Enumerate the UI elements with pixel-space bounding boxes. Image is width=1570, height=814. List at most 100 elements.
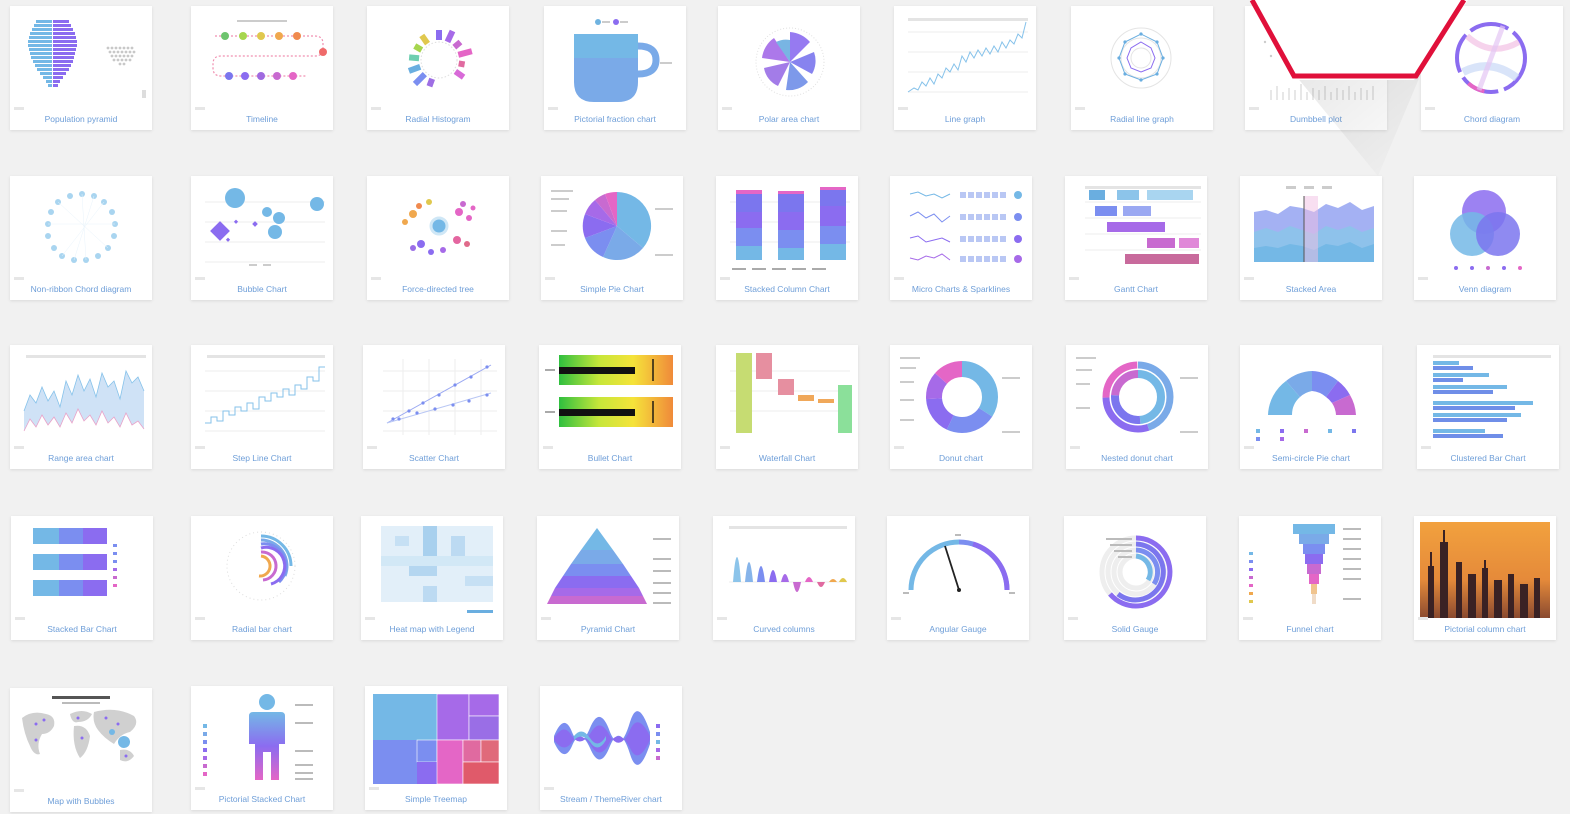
pyramid-icon: [543, 522, 673, 618]
chart-card-label: Force-directed tree: [402, 284, 474, 294]
chart-card-timeline[interactable]: Timeline: [191, 6, 333, 130]
chart-card-label: Bubble Chart: [237, 284, 287, 294]
chart-card-solid-gauge[interactable]: Solid Gauge: [1064, 516, 1206, 640]
logo-mark: [1421, 446, 1431, 449]
solid-gauge-icon: [1070, 522, 1200, 618]
chart-card-scatter[interactable]: Scatter Chart: [363, 345, 505, 469]
non-ribbon-chord-icon: [16, 182, 146, 278]
logo-mark: [371, 107, 381, 110]
chart-card-dumbbell[interactable]: Dumbbell plot: [1245, 6, 1387, 130]
chart-card-label: Waterfall Chart: [758, 453, 816, 463]
logo-mark: [14, 446, 24, 449]
bubble-icon: [197, 182, 327, 278]
chart-card-label: Semi-circle Pie chart: [1272, 453, 1350, 463]
chart-card-radial-bar[interactable]: Radial bar chart: [191, 516, 333, 640]
chart-card-radial-histogram[interactable]: Radial Histogram: [367, 6, 509, 130]
chart-card-line-graph[interactable]: Line graph: [894, 6, 1036, 130]
pictorial-fraction-icon: [550, 12, 680, 108]
venn-icon: [1420, 182, 1550, 278]
chart-card-label: Pyramid Chart: [580, 624, 636, 634]
chart-card-semi-pie[interactable]: Semi-circle Pie chart: [1240, 345, 1382, 469]
chart-card-sparklines[interactable]: Micro Charts & Sparklines: [890, 176, 1032, 300]
chart-card-label: Pictorial Stacked Chart: [218, 794, 306, 804]
chart-card-range-area[interactable]: Range area chart: [10, 345, 152, 469]
chart-card-waterfall[interactable]: Waterfall Chart: [716, 345, 858, 469]
chart-card-angular-gauge[interactable]: Angular Gauge: [887, 516, 1029, 640]
chart-card-venn[interactable]: Venn diagram: [1414, 176, 1556, 300]
logo-mark: [15, 617, 25, 620]
step-line-icon: [197, 351, 327, 447]
donut-icon: [896, 351, 1026, 447]
force-tree-icon: [373, 182, 503, 278]
chord-icon: [1427, 12, 1557, 108]
chart-card-label: Map with Bubbles: [47, 796, 115, 806]
map-bubbles-icon: [16, 694, 146, 790]
chart-card-streamgraph[interactable]: Stream / ThemeRiver chart: [540, 686, 682, 810]
chart-card-population-pyramid[interactable]: Population pyramid: [10, 6, 152, 130]
logo-mark: [1244, 277, 1254, 280]
logo-mark: [894, 277, 904, 280]
sparklines-icon: [896, 182, 1026, 278]
chart-card-donut[interactable]: Donut chart: [890, 345, 1032, 469]
chart-card-label: Non-ribbon Chord diagram: [30, 284, 132, 294]
chart-card-radial-line[interactable]: Radial line graph: [1071, 6, 1213, 130]
treemap-icon: [371, 692, 501, 788]
logo-mark: [1068, 617, 1078, 620]
chart-card-label: Curved columns: [753, 624, 815, 634]
line-graph-icon: [900, 12, 1030, 108]
chart-card-label: Timeline: [246, 114, 278, 124]
logo-mark: [195, 787, 205, 790]
chart-card-bubble[interactable]: Bubble Chart: [191, 176, 333, 300]
chart-card-map-bubbles[interactable]: Map with Bubbles: [10, 688, 152, 812]
radial-line-icon: [1077, 12, 1207, 108]
chart-card-funnel[interactable]: Funnel chart: [1239, 516, 1381, 640]
chart-card-pie[interactable]: Simple Pie Chart: [541, 176, 683, 300]
chart-card-pictorial-fraction[interactable]: Pictorial fraction chart: [544, 6, 686, 130]
heatmap-icon: [367, 522, 497, 618]
logo-mark: [548, 107, 558, 110]
logo-mark: [543, 446, 553, 449]
chart-card-step-line[interactable]: Step Line Chart: [191, 345, 333, 469]
chart-card-treemap[interactable]: Simple Treemap: [365, 686, 507, 810]
logo-mark: [720, 446, 730, 449]
chart-card-label: Donut chart: [939, 453, 983, 463]
chart-card-label: Stacked Column Chart: [744, 284, 830, 294]
chart-card-label: Bullet Chart: [587, 453, 633, 463]
semi-pie-icon: [1246, 351, 1376, 447]
population-pyramid-icon: [16, 12, 146, 108]
chart-card-label: Polar area chart: [758, 114, 820, 124]
chart-card-label: Radial Histogram: [405, 114, 471, 124]
chart-card-nested-donut[interactable]: Nested donut chart: [1066, 345, 1208, 469]
angular-gauge-icon: [893, 522, 1023, 618]
logo-mark: [195, 446, 205, 449]
scatter-icon: [369, 351, 499, 447]
chart-card-stacked-bar[interactable]: Stacked Bar Chart: [11, 516, 153, 640]
logo-mark: [369, 787, 379, 790]
chart-card-stacked-area[interactable]: Stacked Area: [1240, 176, 1382, 300]
logo-mark: [1418, 617, 1428, 620]
chart-card-pyramid[interactable]: Pyramid Chart: [537, 516, 679, 640]
chart-card-non-ribbon-chord[interactable]: Non-ribbon Chord diagram: [10, 176, 152, 300]
chart-card-clustered-bar[interactable]: Clustered Bar Chart: [1417, 345, 1559, 469]
chart-card-bullet[interactable]: Bullet Chart: [539, 345, 681, 469]
logo-mark: [891, 617, 901, 620]
logo-mark: [541, 617, 551, 620]
radial-histogram-icon: [373, 12, 503, 108]
chart-card-label: Stacked Area: [1285, 284, 1337, 294]
chart-card-pictorial-stacked[interactable]: Pictorial Stacked Chart: [191, 686, 333, 810]
radial-bar-icon: [197, 522, 327, 618]
logo-mark: [1425, 107, 1435, 110]
chart-card-polar-area[interactable]: Polar area chart: [718, 6, 860, 130]
chart-card-stacked-column[interactable]: Stacked Column Chart: [716, 176, 858, 300]
chart-card-heatmap[interactable]: Heat map with Legend: [361, 516, 503, 640]
chart-card-label: Pictorial fraction chart: [574, 114, 656, 124]
chart-card-label: Simple Treemap: [405, 794, 467, 804]
chart-card-curved-columns[interactable]: Curved columns: [713, 516, 855, 640]
clustered-bar-icon: [1423, 351, 1553, 447]
chart-card-force-tree[interactable]: Force-directed tree: [367, 176, 509, 300]
chart-card-chord[interactable]: Chord diagram: [1421, 6, 1563, 130]
chart-card-label: Radial line graph: [1110, 114, 1174, 124]
chart-card-gantt[interactable]: Gantt Chart: [1065, 176, 1207, 300]
logo-mark: [717, 617, 727, 620]
chart-card-pictorial-column[interactable]: Pictorial column chart: [1414, 516, 1556, 640]
